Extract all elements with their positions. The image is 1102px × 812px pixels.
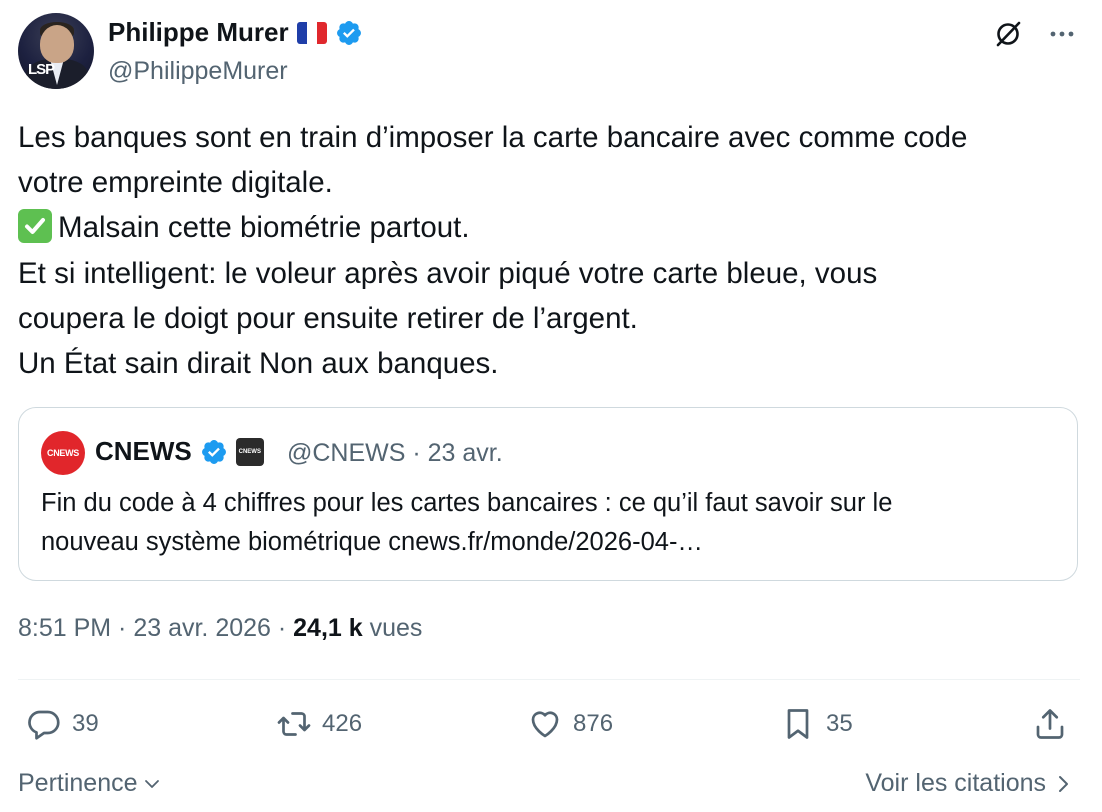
bookmark-count: 35 bbox=[826, 710, 853, 737]
cnews-avatar[interactable]: CNEWS bbox=[41, 431, 85, 475]
author-name-row[interactable]: Philippe Murer bbox=[108, 17, 363, 48]
avatar-logo: LSP bbox=[28, 61, 55, 78]
author-name[interactable]: Philippe Murer bbox=[108, 17, 289, 48]
grok-icon[interactable] bbox=[992, 18, 1024, 50]
quoted-post-card[interactable]: CNEWS CNEWS CNEWS @CNEWS · 23 avr. Fin d… bbox=[18, 407, 1078, 581]
sort-label: Pertinence bbox=[18, 769, 138, 797]
post-text: Les banques sont en train d’imposer la c… bbox=[18, 115, 1088, 386]
chevron-down-icon bbox=[144, 779, 159, 788]
views-label: vues bbox=[369, 614, 423, 642]
post-line: coupera le doigt pour ensuite retirer de… bbox=[18, 301, 638, 335]
author-handle[interactable]: @PhilippeMurer bbox=[108, 57, 288, 86]
view-quotes-label: Voir les citations bbox=[865, 769, 1046, 797]
quoted-post-text: Fin du code à 4 chiffres pour les cartes… bbox=[41, 484, 1051, 562]
post-line: votre empreinte digitale. bbox=[18, 166, 333, 200]
quoted-author-row: CNEWS CNEWS bbox=[95, 436, 264, 467]
divider bbox=[18, 679, 1080, 680]
share-icon bbox=[1036, 709, 1064, 739]
reply-icon bbox=[28, 710, 60, 740]
quoted-line: Fin du code à 4 chiffres pour les cartes… bbox=[41, 489, 893, 517]
post-line: Les banques sont en train d’imposer la c… bbox=[18, 121, 968, 154]
post-line: Et si intelligent: le voleur après avoir… bbox=[18, 256, 878, 290]
post-timestamp[interactable]: 8:51 PM · 23 avr. 2026 · bbox=[18, 614, 293, 642]
quoted-line: nouveau système biométrique cnews.fr/mon… bbox=[41, 528, 703, 556]
view-quotes-link[interactable]: Voir les citations bbox=[865, 769, 1072, 798]
post-line-with-check: Malsain cette biométrie partout. bbox=[18, 205, 1088, 250]
bookmark-button[interactable]: 35 bbox=[780, 706, 853, 742]
quoted-author-name: CNEWS bbox=[95, 436, 192, 466]
post-metadata: 8:51 PM · 23 avr. 2026 · 24,1 k vues bbox=[18, 614, 422, 643]
chevron-right-icon bbox=[1059, 775, 1068, 792]
post-line: Malsain cette biométrie partout. bbox=[58, 211, 470, 245]
check-mark-emoji-icon bbox=[18, 209, 52, 244]
more-options-icon[interactable] bbox=[1046, 18, 1078, 50]
heart-icon bbox=[531, 711, 559, 738]
repost-button[interactable]: 426 bbox=[276, 706, 362, 742]
reply-button[interactable]: 39 bbox=[26, 706, 99, 742]
quoted-handle-date: @CNEWS · 23 avr. bbox=[287, 439, 503, 467]
share-button[interactable] bbox=[1032, 706, 1068, 742]
sort-dropdown[interactable]: Pertinence bbox=[18, 769, 162, 798]
views-count: 24,1 k bbox=[293, 614, 363, 642]
author-avatar[interactable]: LSP bbox=[18, 13, 94, 89]
post-line: Un État sain dirait Non aux banques. bbox=[18, 347, 499, 381]
affiliate-badge-icon: CNEWS bbox=[235, 437, 264, 466]
bookmark-icon bbox=[787, 709, 809, 739]
reply-count: 39 bbox=[72, 710, 99, 737]
france-flag-icon bbox=[296, 21, 327, 44]
verified-badge-icon bbox=[201, 439, 226, 464]
repost-icon bbox=[277, 712, 311, 736]
like-button[interactable]: 876 bbox=[527, 706, 613, 742]
repost-count: 426 bbox=[322, 710, 363, 737]
like-count: 876 bbox=[573, 710, 614, 737]
verified-badge-icon bbox=[336, 20, 361, 45]
